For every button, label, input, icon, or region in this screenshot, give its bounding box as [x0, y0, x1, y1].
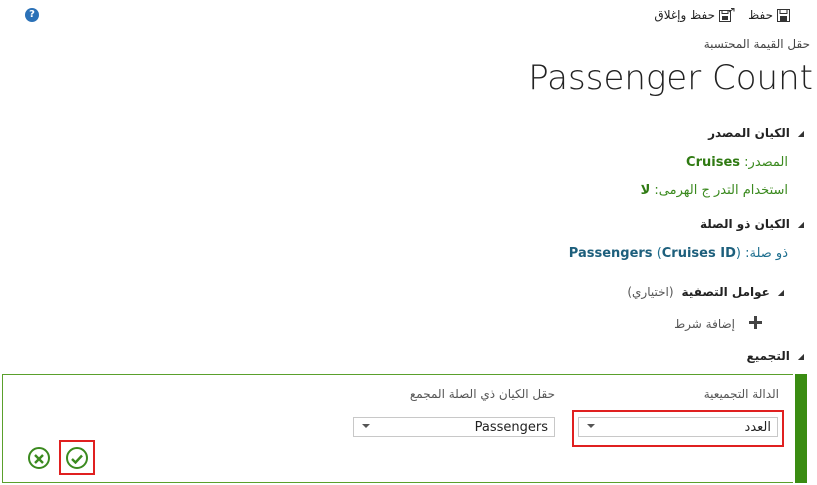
related-line: ذو صلة: Passengers (Cruises ID)	[569, 246, 788, 261]
close-icon	[34, 449, 44, 468]
related-entity-section-header[interactable]: ◢ الكيان ذو الصلة	[700, 217, 804, 231]
aggregated-field-value: Passengers	[474, 420, 548, 435]
hierarchy-line: استخدام التدر ج الهرمى: لا	[641, 183, 788, 198]
source-entity-heading: الكيان المصدر	[708, 126, 790, 140]
save-and-close-label: حفظ وإغلاق	[654, 8, 715, 22]
hierarchy-value[interactable]: لا	[641, 183, 651, 198]
related-lookup-field: Cruises ID	[661, 246, 736, 261]
related-entity-name: Passengers	[568, 246, 653, 261]
checkmark-icon	[71, 449, 83, 468]
page-title: Passenger Count	[528, 58, 813, 98]
hierarchy-label: استخدام التدر ج الهرمى:	[654, 183, 788, 198]
aggregation-panel-accent-bar	[795, 374, 807, 483]
save-and-close-button[interactable]: حفظ وإغلاق	[654, 6, 735, 24]
save-icon	[777, 8, 790, 22]
related-entity-heading: الكيان ذو الصلة	[700, 217, 790, 231]
plus-icon	[749, 314, 762, 333]
collapse-caret-icon: ◢	[797, 351, 804, 361]
related-label: ذو صلة:	[745, 246, 788, 261]
filters-optional-label: (اختياري)	[627, 285, 674, 299]
chevron-down-icon	[362, 424, 370, 428]
help-icon[interactable]: ?	[25, 8, 39, 22]
save-and-close-icon	[719, 7, 735, 23]
source-label: المصدر:	[744, 155, 788, 170]
cancel-button[interactable]	[28, 447, 50, 469]
source-line: المصدر: Cruises	[686, 155, 788, 170]
save-button[interactable]: حفظ	[748, 6, 790, 24]
collapse-caret-icon: ◢	[797, 128, 804, 138]
source-entity-section-header[interactable]: ◢ الكيان المصدر	[708, 126, 804, 140]
page-subtitle: حقل القيمة المحتسبة	[703, 37, 810, 51]
aggregate-function-select[interactable]: العدد	[578, 417, 778, 437]
aggregation-heading: التجميع	[746, 349, 790, 363]
collapse-caret-icon: ◢	[797, 219, 804, 229]
add-condition-label: إضافة شرط	[674, 316, 735, 331]
aggregate-function-label: الدالة التجميعية	[703, 387, 779, 401]
source-value[interactable]: Cruises	[686, 155, 740, 170]
save-label: حفظ	[748, 8, 773, 22]
aggregated-field-label: حقل الكيان ذي الصلة المجمع	[409, 387, 555, 401]
filters-section-header[interactable]: ◢ عوامل التصفية (اختياري)	[627, 285, 784, 299]
related-entity-link[interactable]: Passengers (Cruises ID)	[569, 246, 741, 261]
aggregate-function-value: العدد	[744, 420, 771, 435]
chevron-down-icon	[587, 424, 595, 428]
add-condition-button[interactable]: إضافة شرط	[674, 314, 762, 333]
filters-heading: عوامل التصفية	[681, 285, 770, 299]
collapse-caret-icon: ◢	[777, 287, 784, 297]
confirm-button[interactable]	[66, 447, 88, 469]
aggregation-section-header[interactable]: ◢ التجميع	[747, 349, 804, 363]
aggregated-field-select[interactable]: Passengers	[353, 417, 555, 437]
